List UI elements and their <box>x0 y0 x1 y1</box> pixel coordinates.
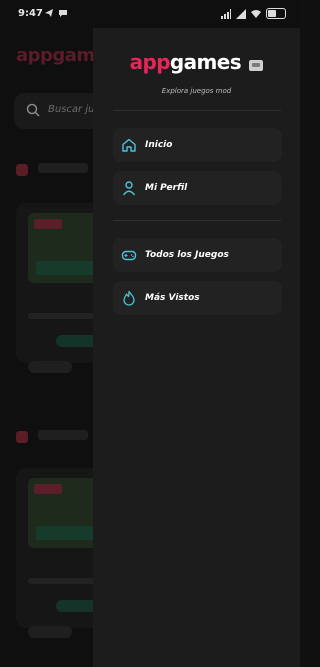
fire-icon <box>121 290 137 306</box>
menu-label: Mi Perfil <box>145 183 188 193</box>
signal-icon <box>221 8 231 19</box>
section-icon <box>16 431 28 443</box>
menu-label: Inicio <box>145 140 173 150</box>
status-left-icons <box>44 8 68 18</box>
menu-item-inicio[interactable]: Inicio <box>113 128 282 162</box>
telegram-icon <box>45 9 53 17</box>
menu-item-todos-los-juegos[interactable]: Todos los Juegos <box>113 238 282 272</box>
divider <box>113 110 281 111</box>
wifi-icon <box>251 9 261 18</box>
menu-label: Más Vistos <box>145 293 200 303</box>
section-title-placeholder <box>38 163 88 173</box>
drawer-subtitle: Explora juegos mod <box>161 87 232 95</box>
search-icon <box>26 103 40 117</box>
signal-icon <box>236 8 246 19</box>
card-tag <box>28 626 72 638</box>
section-title-placeholder <box>38 430 88 440</box>
menu-item-mas-vistos[interactable]: Más Vistos <box>113 281 282 315</box>
divider <box>113 220 281 221</box>
status-time: 9:47 <box>18 8 43 19</box>
console-icon <box>249 60 264 71</box>
gamepad-icon <box>121 247 137 263</box>
navigation-drawer: appgames Explora juegos mod Inicio Mi Pe… <box>93 28 300 667</box>
status-right-icons <box>221 8 286 19</box>
menu-label: Todos los Juegos <box>145 250 229 260</box>
brand-games-text: games <box>169 50 242 74</box>
section-icon <box>16 164 28 176</box>
card-tag <box>28 361 72 373</box>
user-icon <box>121 180 137 196</box>
brand-logo: appgames <box>93 50 300 74</box>
home-icon <box>121 137 137 153</box>
messages-icon <box>59 10 67 17</box>
menu-item-mi-perfil[interactable]: Mi Perfil <box>113 171 282 205</box>
battery-icon <box>266 8 286 19</box>
status-bar: 9:47 <box>0 0 300 28</box>
brand-app-text: app <box>129 50 171 74</box>
